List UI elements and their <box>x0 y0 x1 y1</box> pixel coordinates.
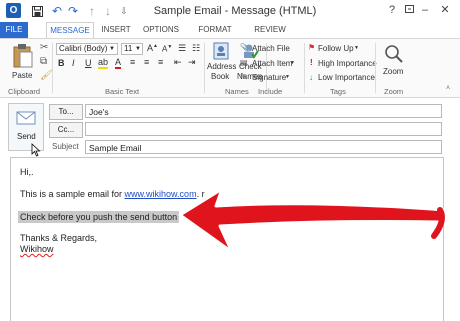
bullets-icon[interactable]: ☰ <box>178 43 186 54</box>
chevron-down-icon: ▼ <box>109 46 115 52</box>
separator <box>375 43 376 93</box>
restore-icon[interactable] <box>402 3 416 17</box>
font-size-dropdown[interactable]: 11 ▼ <box>121 43 143 55</box>
up-arrow-icon[interactable]: ↑ <box>86 3 98 19</box>
names-group-label: Names <box>225 87 249 96</box>
numbering-icon[interactable]: ☷ <box>192 43 200 54</box>
tags-group-label: Tags <box>330 87 346 96</box>
minimize-button[interactable]: – <box>418 3 432 17</box>
close-button[interactable]: ✕ <box>438 3 452 17</box>
highlighted-text: Check before you push the send button <box>18 211 180 223</box>
tab-insert[interactable]: INSERT <box>98 22 134 38</box>
attach-file-label[interactable]: Attach File <box>252 44 290 53</box>
mouse-cursor-icon <box>31 143 41 157</box>
attach-item-label[interactable]: Attach Item <box>252 59 292 68</box>
red-arrow-annotation <box>178 187 447 254</box>
closing-text: Thanks & Regards, <box>20 233 98 243</box>
zoom-group-label: Zoom <box>384 87 404 96</box>
align-center-icon[interactable]: ≡ <box>144 57 149 67</box>
paste-button[interactable]: Paste <box>8 43 38 83</box>
low-importance-icon[interactable]: ↓ <box>309 73 313 82</box>
separator <box>52 43 53 93</box>
italic-button[interactable]: I <box>72 58 75 68</box>
attach-item-icon[interactable]: ▤ <box>240 58 248 67</box>
collapse-ribbon-icon[interactable]: ˄ <box>446 85 450 92</box>
font-family-value: Calibri (Body) <box>59 44 108 53</box>
subject-label: Subject <box>52 142 79 151</box>
low-importance-label[interactable]: Low Importance <box>318 73 375 82</box>
zoom-button[interactable]: Zoom <box>379 42 409 84</box>
align-left-icon[interactable]: ≡ <box>130 57 135 67</box>
increase-indent-icon[interactable]: ⇥ <box>188 57 196 68</box>
undo-icon[interactable]: ↶ <box>50 3 64 19</box>
address-book-label-1: Address <box>207 62 237 71</box>
tab-message[interactable]: MESSAGE <box>46 22 94 39</box>
flag-icon[interactable]: ⚑ <box>308 43 315 52</box>
to-button[interactable]: To... <box>49 104 83 120</box>
follow-up-label[interactable]: Follow Up <box>318 44 354 53</box>
zoom-label: Zoom <box>383 67 404 76</box>
tab-review[interactable]: REVIEW <box>250 22 290 38</box>
send-icon <box>16 111 36 125</box>
cc-field[interactable] <box>85 122 442 136</box>
outlook-app-icon[interactable]: O <box>6 3 21 18</box>
decrease-indent-icon[interactable]: ⇤ <box>174 57 182 68</box>
underline-button[interactable]: U <box>85 58 92 68</box>
chevron-down-icon[interactable]: ▼ <box>290 60 295 66</box>
customize-icon[interactable]: ⇩ <box>118 3 130 19</box>
address-book-button[interactable]: Address Book <box>207 42 237 84</box>
signature-icon[interactable]: ✎ <box>240 72 247 81</box>
bold-button[interactable]: B <box>58 58 65 68</box>
magnifier-icon <box>385 45 403 63</box>
font-family-dropdown[interactable]: Calibri (Body) ▼ <box>56 43 118 55</box>
attach-file-button[interactable]: 📎 <box>240 43 250 52</box>
window-title: Sample Email - Message (HTML) <box>153 5 317 17</box>
send-label: Send <box>17 132 36 141</box>
include-group-label: Include <box>258 87 283 96</box>
paste-icon <box>13 44 33 68</box>
help-button[interactable]: ? <box>385 3 399 17</box>
basic-text-group-label: Basic Text <box>105 87 140 96</box>
separator <box>204 43 205 93</box>
align-right-icon[interactable]: ≡ <box>158 57 163 67</box>
format-painter-icon[interactable]: 🖌 <box>40 70 53 81</box>
high-importance-icon[interactable]: ! <box>310 58 313 67</box>
shrink-font-icon[interactable]: A▼ <box>162 44 172 54</box>
separator <box>304 43 305 93</box>
redo-icon[interactable]: ↷ <box>66 3 80 19</box>
ribbon: Paste ✂ ⧉ 🖌 Clipboard Calibri (Body) ▼ 1… <box>0 38 460 98</box>
tab-format-text[interactable]: FORMAT TEXT <box>188 22 242 50</box>
cc-button[interactable]: Cc... <box>49 122 83 138</box>
grow-font-icon[interactable]: A▲ <box>147 43 158 53</box>
title-bar: O ↶ ↷ ↑ ↓ ⇩ Sample Email - Message (HTML… <box>0 0 460 22</box>
to-field[interactable]: Joe's <box>85 104 442 118</box>
high-importance-label[interactable]: High Importance <box>318 59 377 68</box>
greeting-text: Hi,. <box>20 167 34 177</box>
paste-label: Paste <box>12 71 33 80</box>
body-line-1-text: This is a sample email for <box>20 189 125 199</box>
signature-label[interactable]: Signature <box>252 73 286 82</box>
highlight-color-icon[interactable]: ab <box>98 57 109 69</box>
tab-options[interactable]: OPTIONS <box>140 22 182 38</box>
down-arrow-icon[interactable]: ↓ <box>102 3 114 19</box>
subject-field[interactable]: Sample Email <box>85 140 442 154</box>
font-color-icon[interactable]: A <box>115 57 122 69</box>
address-book-icon <box>213 42 229 60</box>
font-size-value: 11 <box>124 44 133 53</box>
copy-icon[interactable]: ⧉ <box>40 56 47 67</box>
save-icon[interactable] <box>30 3 44 19</box>
address-book-label-2: Book <box>211 72 230 81</box>
chevron-down-icon: ▼ <box>135 46 141 52</box>
ribbon-tabs: FILE MESSAGE INSERT OPTIONS FORMAT TEXT … <box>0 22 460 50</box>
clipboard-group-label: Clipboard <box>8 87 41 96</box>
chevron-down-icon[interactable]: ▼ <box>285 74 290 80</box>
chevron-down-icon[interactable]: ▼ <box>354 45 359 51</box>
tab-file[interactable]: FILE <box>0 22 28 38</box>
paperclip-icon: 📎 <box>240 43 250 52</box>
cut-icon[interactable]: ✂ <box>40 42 48 53</box>
signature-text: Wikihow <box>20 244 54 254</box>
